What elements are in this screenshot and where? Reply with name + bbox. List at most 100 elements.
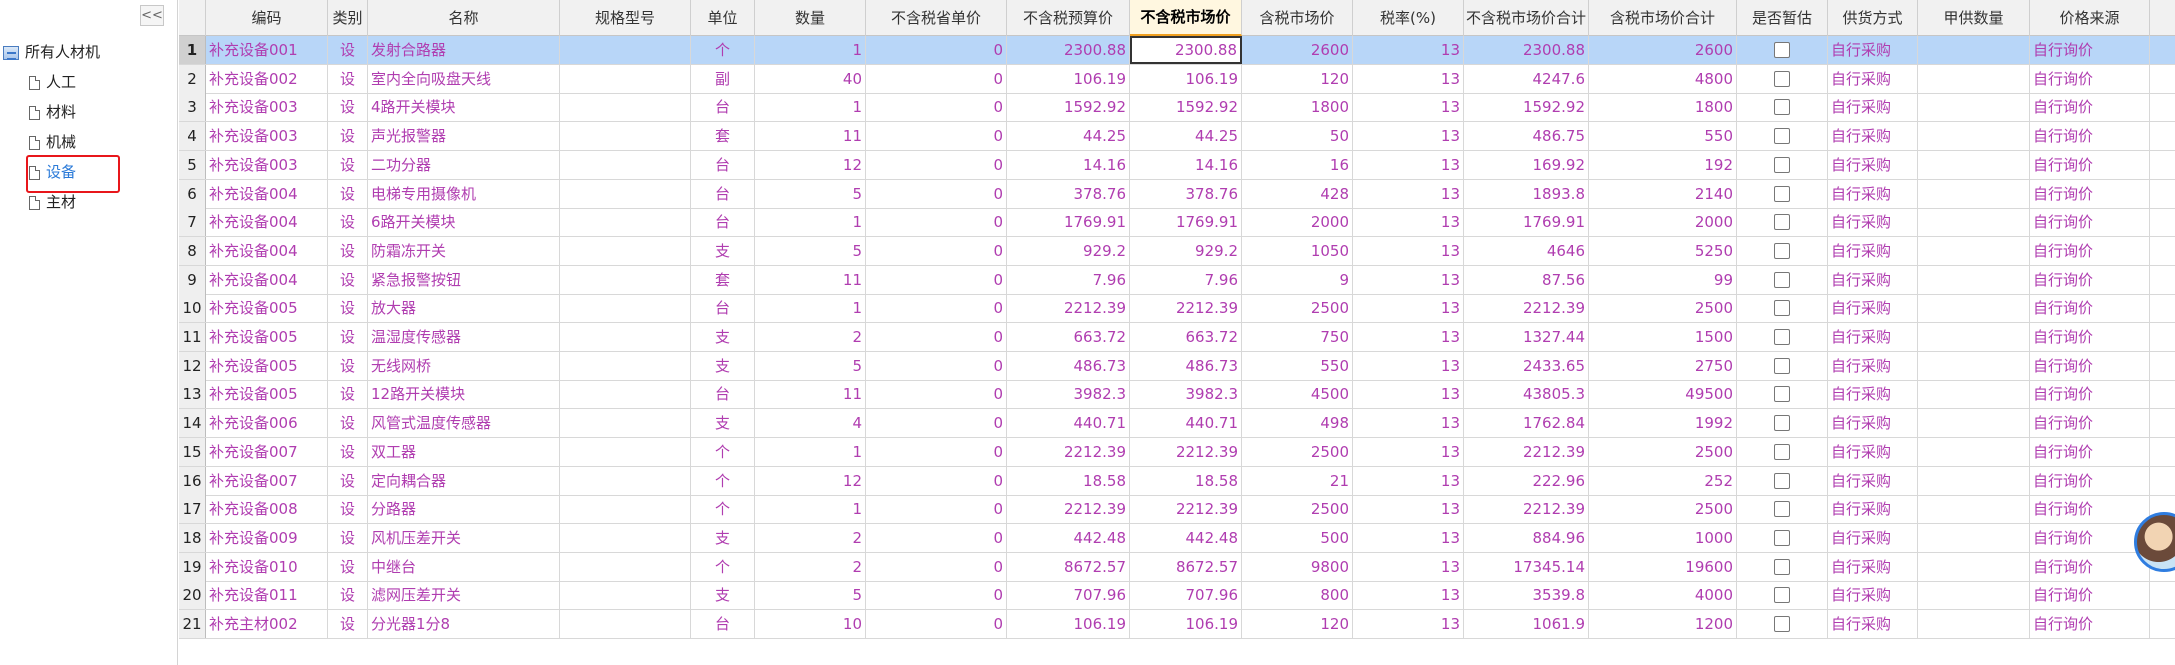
column-header-total[interactable]: 不含税市场价合计 [1464, 0, 1589, 36]
cell-prov[interactable]: 0 [866, 409, 1007, 438]
cell-name[interactable]: 温湿度传感器 [368, 323, 560, 351]
cell-name[interactable]: 室内全向吸盘天线 [368, 64, 560, 93]
table-row[interactable]: 19 补充设备010 设中继台个 2 0 8672.57 8672.57 9800 13 1734… [179, 552, 2175, 582]
cell-total_tax[interactable]: 192 [1589, 150, 1737, 179]
estimate-checkbox[interactable] [1774, 357, 1790, 374]
cell-total[interactable]: 1592.92 [1464, 93, 1589, 122]
cell-market_tax[interactable]: 4500 [1242, 380, 1353, 409]
cell-market[interactable]: 106.19 [1130, 610, 1242, 638]
cell-type[interactable]: 设 [328, 265, 368, 294]
estimate-checkbox[interactable] [1774, 472, 1790, 489]
cell-unit[interactable]: 个 [691, 437, 755, 466]
cell-market[interactable]: 1769.91 [1130, 208, 1242, 237]
cell-rate[interactable]: 13 [1353, 610, 1464, 638]
cell-unit[interactable]: 台 [691, 150, 755, 179]
cell-spec[interactable] [560, 122, 691, 151]
cell-type[interactable]: 设 [328, 150, 368, 179]
cell-total[interactable]: 486.75 [1464, 122, 1589, 151]
cell-spec[interactable] [560, 93, 691, 122]
cell-code[interactable]: 补充设备009 [206, 523, 328, 552]
tree-item-labor[interactable]: 人工 [29, 70, 76, 94]
cell-total[interactable]: 222.96 [1464, 466, 1589, 495]
cell-code[interactable]: 补充设备003 [206, 93, 328, 122]
cell-total[interactable]: 3539.8 [1464, 581, 1589, 610]
cell-prov[interactable]: 0 [866, 495, 1007, 524]
cell-market_tax[interactable]: 120 [1242, 64, 1353, 93]
cell-total_tax[interactable]: 550 [1589, 122, 1737, 151]
cell-budget[interactable]: 442.48 [1007, 523, 1130, 552]
table-row[interactable]: 14 补充设备006 设风管式温度传感器支 4 0 440.71 440.71 498 13 17… [179, 409, 2175, 439]
cell-unit[interactable]: 个 [691, 552, 755, 581]
cell-name[interactable]: 紧急报警按钮 [368, 265, 560, 294]
cell-supply[interactable]: 自行采购 [1828, 93, 1918, 122]
cell-market_tax[interactable]: 2600 [1242, 36, 1353, 64]
estimate-checkbox[interactable] [1774, 529, 1790, 546]
estimate-checkbox[interactable] [1774, 443, 1790, 460]
cell-jia[interactable] [1918, 179, 2030, 208]
cell-total_tax[interactable]: 2000 [1589, 208, 1737, 237]
cell-total_tax[interactable]: 1800 [1589, 93, 1737, 122]
cell-rate[interactable]: 13 [1353, 93, 1464, 122]
estimate-cell[interactable] [1737, 93, 1828, 122]
cell-code[interactable]: 补充设备007 [206, 437, 328, 466]
column-header-name[interactable]: 名称 [368, 0, 560, 36]
cell-jia[interactable] [1918, 150, 2030, 179]
cell-code[interactable]: 补充设备011 [206, 581, 328, 610]
cell-qty[interactable]: 11 [755, 380, 866, 409]
cell-market[interactable]: 2300.88 [1130, 36, 1242, 64]
cell-budget[interactable]: 1592.92 [1007, 93, 1130, 122]
cell-unit[interactable]: 个 [691, 466, 755, 495]
cell-budget[interactable]: 44.25 [1007, 122, 1130, 151]
table-row[interactable]: 15 补充设备007 设双工器个 1 0 2212.39 2212.39 2500 13 2212… [179, 437, 2175, 467]
cell-source[interactable]: 自行询价 [2030, 150, 2150, 179]
column-header-jia[interactable]: 甲供数量 [1918, 0, 2030, 36]
table-row[interactable]: 11 补充设备005 设温湿度传感器支 2 0 663.72 663.72 750 13 1327… [179, 323, 2175, 352]
column-header-prov[interactable]: 不含税省单价 [866, 0, 1007, 36]
cell-prov[interactable]: 0 [866, 179, 1007, 208]
cell-code[interactable]: 补充设备001 [206, 36, 328, 64]
cell-market_tax[interactable]: 428 [1242, 179, 1353, 208]
cell-supply[interactable]: 自行采购 [1828, 294, 1918, 323]
cell-supply[interactable]: 自行采购 [1828, 409, 1918, 438]
cell-prov[interactable]: 0 [866, 64, 1007, 93]
tree-root-all-resources[interactable]: 所有人材机 [3, 40, 100, 64]
cell-budget[interactable]: 440.71 [1007, 409, 1130, 438]
cell-unit[interactable]: 副 [691, 64, 755, 93]
cell-unit[interactable]: 支 [691, 581, 755, 610]
table-row[interactable]: 9 补充设备004 设紧急报警按钮套 11 0 7.96 7.96 9 13 87.56 99 自行采… [179, 265, 2175, 295]
estimate-checkbox[interactable] [1774, 415, 1790, 432]
estimate-cell[interactable] [1737, 122, 1828, 151]
cell-name[interactable]: 无线网桥 [368, 351, 560, 380]
cell-budget[interactable]: 8672.57 [1007, 552, 1130, 581]
cell-spec[interactable] [560, 437, 691, 466]
estimate-checkbox[interactable] [1774, 185, 1790, 202]
cell-rate[interactable]: 13 [1353, 581, 1464, 610]
cell-spec[interactable] [560, 351, 691, 380]
cell-prov[interactable]: 0 [866, 122, 1007, 151]
cell-prov[interactable]: 0 [866, 523, 1007, 552]
estimate-cell[interactable] [1737, 380, 1828, 409]
cell-jia[interactable] [1918, 294, 2030, 323]
cell-source[interactable]: 自行询价 [2030, 236, 2150, 265]
cell-total_tax[interactable]: 1200 [1589, 610, 1737, 638]
cell-budget[interactable]: 106.19 [1007, 610, 1130, 638]
cell-budget[interactable]: 18.58 [1007, 466, 1130, 495]
cell-qty[interactable]: 2 [755, 523, 866, 552]
cell-code[interactable]: 补充设备005 [206, 351, 328, 380]
cell-source[interactable]: 自行询价 [2030, 552, 2150, 581]
cell-jia[interactable] [1918, 93, 2030, 122]
cell-market_tax[interactable]: 2500 [1242, 294, 1353, 323]
cell-qty[interactable]: 5 [755, 236, 866, 265]
cell-prov[interactable]: 0 [866, 323, 1007, 351]
cell-code[interactable]: 补充设备003 [206, 122, 328, 151]
cell-total_tax[interactable]: 1992 [1589, 409, 1737, 438]
column-header-supply[interactable]: 供货方式 [1828, 0, 1918, 36]
cell-supply[interactable]: 自行采购 [1828, 36, 1918, 64]
cell-market[interactable]: 440.71 [1130, 409, 1242, 438]
cell-spec[interactable] [560, 466, 691, 495]
cell-rate[interactable]: 13 [1353, 323, 1464, 351]
cell-market_tax[interactable]: 1050 [1242, 236, 1353, 265]
tree-item-machinery[interactable]: 机械 [29, 130, 76, 154]
cell-qty[interactable]: 2 [755, 323, 866, 351]
estimate-cell[interactable] [1737, 581, 1828, 610]
